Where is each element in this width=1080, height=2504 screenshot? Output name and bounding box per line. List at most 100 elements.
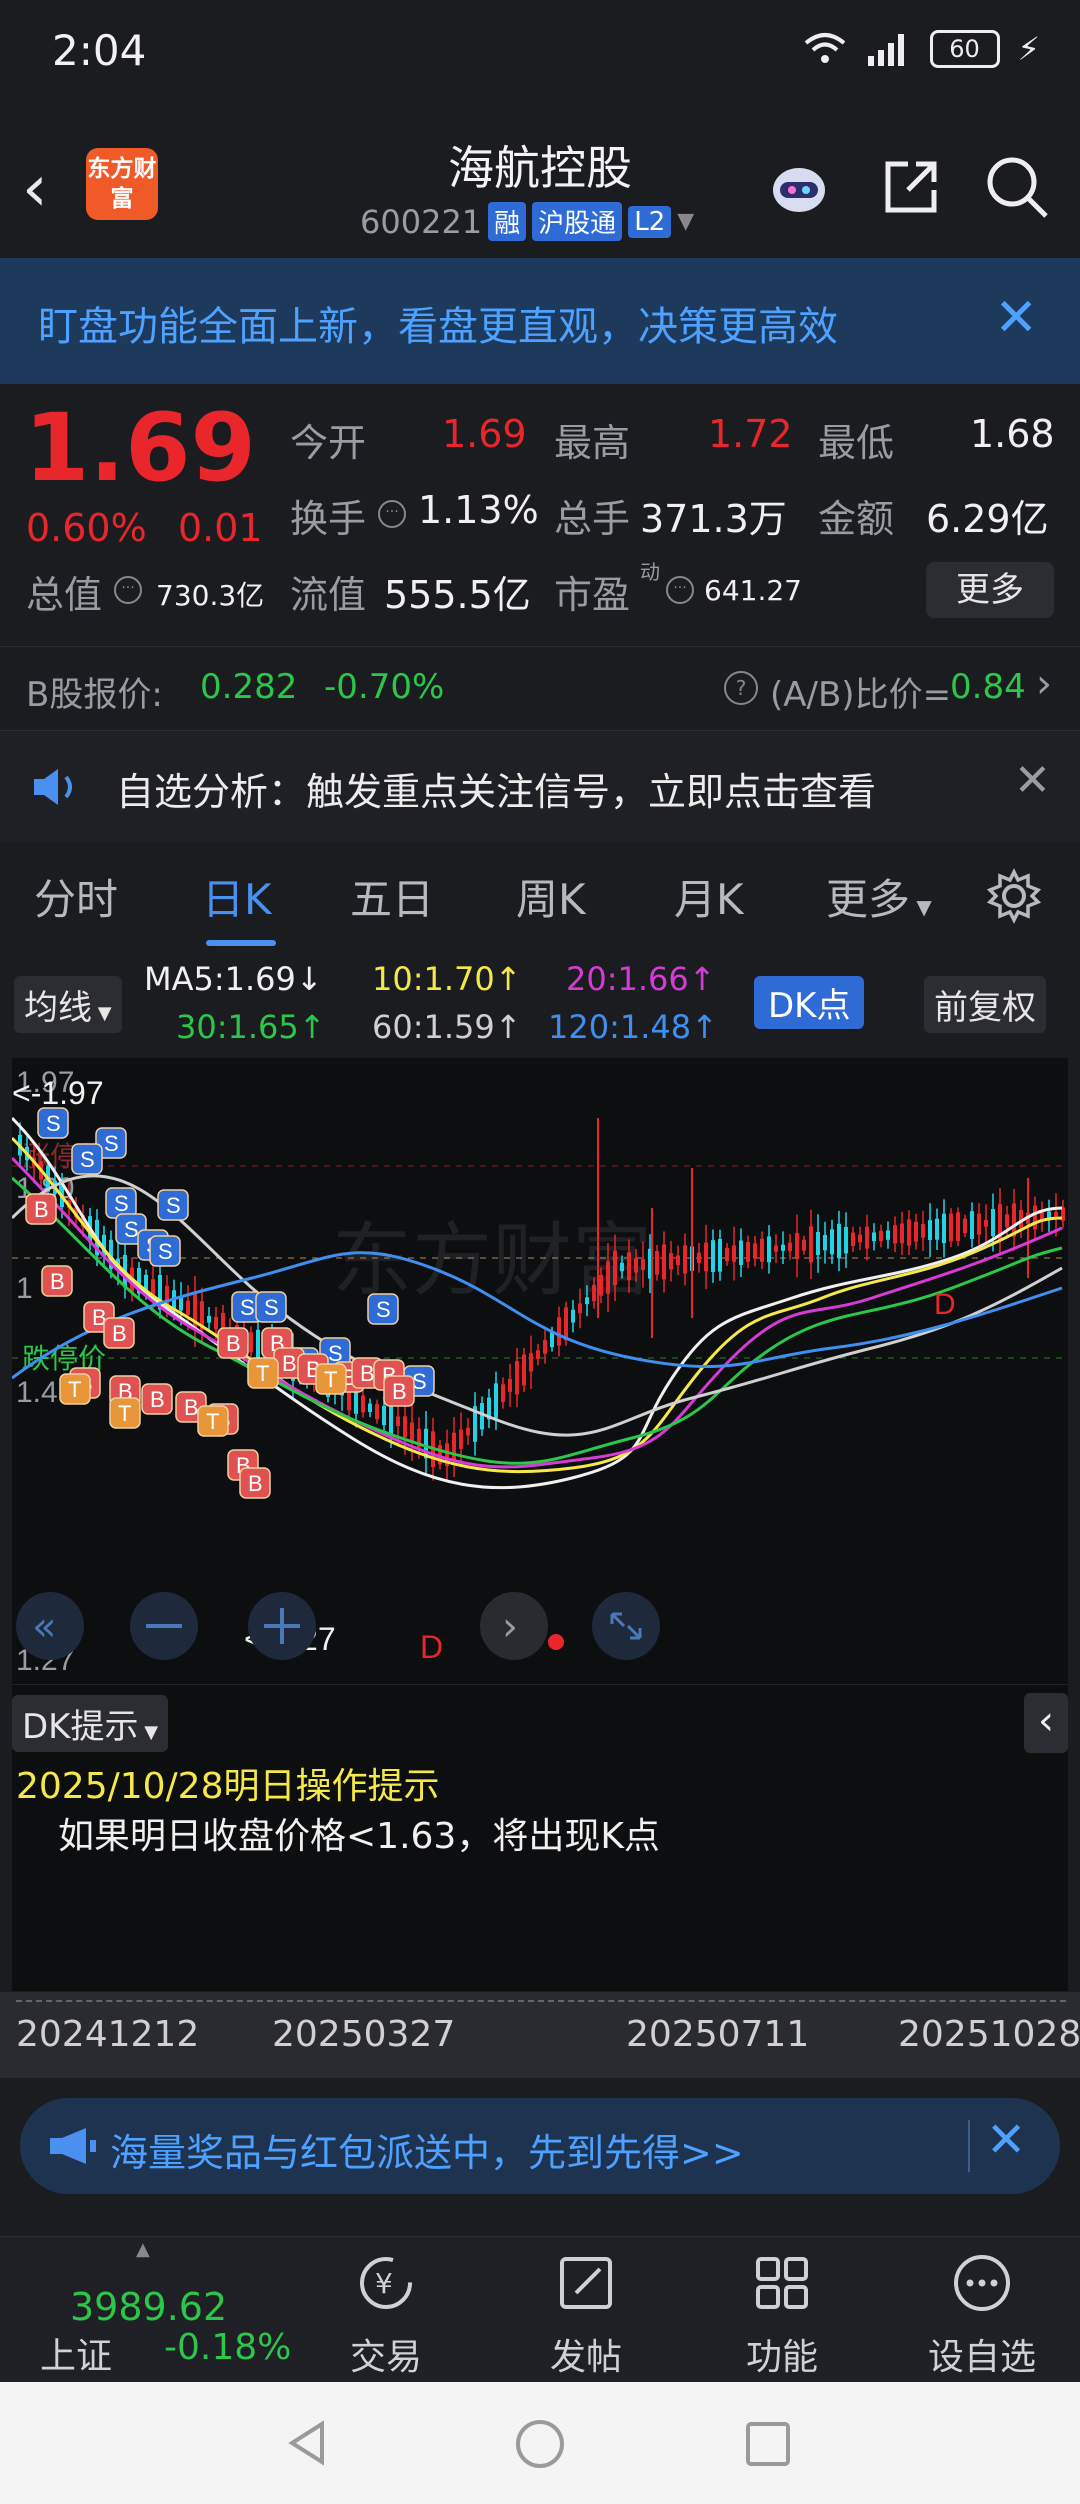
- dk-point-button[interactable]: DK点: [754, 976, 865, 1029]
- system-recents-icon[interactable]: [744, 2420, 792, 2468]
- svg-text:S: S: [240, 1295, 255, 1320]
- zoom-out-button[interactable]: [130, 1592, 198, 1660]
- candle-body: [774, 1245, 778, 1252]
- date-label-1: 20241212: [16, 2014, 200, 2055]
- candle-body: [606, 1261, 610, 1294]
- collapse-tip-button[interactable]: ‹: [1024, 1693, 1068, 1753]
- svg-text:T: T: [68, 1377, 81, 1402]
- candle-body: [249, 1332, 253, 1353]
- b-share-price: 0.282: [200, 667, 298, 707]
- help-icon[interactable]: ?: [724, 671, 758, 705]
- close-icon[interactable]: ✕: [994, 288, 1038, 348]
- sell-signal-marker: S: [367, 1293, 399, 1325]
- candle-body: [816, 1231, 820, 1256]
- svg-text:B: B: [184, 1395, 199, 1420]
- info-icon[interactable]: ···: [666, 576, 694, 604]
- candle-body: [935, 1218, 939, 1240]
- svg-text:B: B: [360, 1361, 375, 1386]
- nav-post[interactable]: 发帖: [516, 2253, 656, 2380]
- current-price: 1.69: [24, 394, 256, 503]
- candle-body: [732, 1245, 736, 1262]
- nav-post-label: 发帖: [549, 2337, 622, 2378]
- fullscreen-button[interactable]: [592, 1592, 660, 1660]
- ma-selector[interactable]: 均线 ▼: [14, 976, 122, 1033]
- tab-weekly-k[interactable]: 周K: [516, 866, 586, 927]
- close-icon[interactable]: ✕: [986, 2112, 1026, 2168]
- t-signal-marker: T: [59, 1373, 91, 1405]
- robot-assistant-icon[interactable]: [766, 154, 832, 220]
- sell-signal-marker: S: [255, 1291, 287, 1323]
- index-quote[interactable]: ▲ 3989.62 上证 -0.18%: [0, 2237, 300, 2383]
- candle-body: [907, 1219, 911, 1246]
- nav-functions[interactable]: 功能: [712, 2253, 852, 2380]
- float-value-label: 流值: [290, 573, 367, 617]
- float-value: 555.5亿: [384, 573, 531, 617]
- svg-text:B: B: [112, 1321, 127, 1346]
- b-share-row[interactable]: B股报价: 0.282 -0.70% ? (A/B)比价= 0.84 ›: [0, 646, 1080, 731]
- close-icon[interactable]: ✕: [1014, 755, 1051, 806]
- gear-icon[interactable]: [986, 868, 1042, 924]
- change-pct: 0.60%: [26, 506, 147, 550]
- tab-intraday[interactable]: 分时: [34, 866, 118, 927]
- candle-body: [480, 1403, 484, 1430]
- candle-body: [207, 1315, 211, 1323]
- zoom-in-button[interactable]: [248, 1592, 316, 1660]
- tab-daily-k[interactable]: 日K: [202, 866, 272, 927]
- notice-text: 自选分析：触发重点关注信号，立即点击查看: [116, 770, 877, 814]
- system-back-icon[interactable]: [282, 2418, 332, 2468]
- svg-text:T: T: [256, 1361, 269, 1386]
- latest-dot: [548, 1634, 564, 1650]
- dk-tip-selector[interactable]: DK提示 ▼: [12, 1695, 169, 1752]
- candle-body: [571, 1309, 575, 1323]
- nav-add-watchlist[interactable]: 设自选: [912, 2253, 1052, 2380]
- index-name: 上证: [40, 2336, 113, 2377]
- tab-monthly-k[interactable]: 月K: [674, 866, 744, 927]
- candle-body: [921, 1224, 925, 1238]
- stock-code-row[interactable]: 600221 融 沪股通 L2 ▼: [360, 202, 694, 241]
- tab-more[interactable]: 更多 ▼: [826, 866, 932, 927]
- status-bar: 2:04 60 ⚡: [0, 0, 1080, 110]
- candle-body: [368, 1403, 372, 1413]
- feature-banner[interactable]: 盯盘功能全面上新，看盘更直观，决策更高效 ✕: [0, 258, 1080, 384]
- scroll-right-button[interactable]: ›: [480, 1592, 548, 1660]
- info-icon[interactable]: ···: [378, 500, 406, 528]
- promo-banner[interactable]: 海量奖品与红包派送中，先到先得>> ✕: [20, 2098, 1060, 2194]
- candle-body: [788, 1242, 792, 1252]
- stock-code: 600221: [360, 202, 483, 241]
- share-icon[interactable]: [878, 154, 944, 220]
- candle-body: [396, 1416, 400, 1427]
- svg-text:B: B: [248, 1471, 263, 1496]
- scroll-left-button[interactable]: «: [16, 1592, 84, 1660]
- svg-text:B: B: [226, 1331, 241, 1356]
- candle-body: [564, 1307, 568, 1341]
- nav-trade[interactable]: ¥ 交易: [316, 2253, 456, 2380]
- ab-ratio-value: 0.84: [950, 667, 1026, 707]
- volume-value: 371.3万: [640, 497, 787, 541]
- kline-svg[interactable]: 东方财富 涨停价 跌停价 1.97 1.80 1 1.4 1.27 <-1.97…: [10, 1058, 1068, 1684]
- kline-chart[interactable]: 东方财富 涨停价 跌停价 1.97 1.80 1 1.4 1.27 <-1.97…: [10, 1058, 1068, 1684]
- candle-body: [949, 1213, 953, 1242]
- candle-body: [837, 1223, 841, 1259]
- low-label: 最低: [818, 421, 895, 465]
- adjust-button[interactable]: 前复权: [924, 976, 1046, 1033]
- sell-signal-marker: S: [37, 1107, 69, 1139]
- analysis-notice[interactable]: 自选分析：触发重点关注信号，立即点击查看 ✕: [0, 730, 1080, 844]
- amount-value: 6.29亿: [926, 497, 1049, 541]
- date-label-2: 20250327: [272, 2014, 456, 2055]
- speaker-icon: [34, 769, 72, 805]
- candle-body: [578, 1303, 582, 1314]
- info-icon[interactable]: ···: [114, 576, 142, 604]
- nav-add-watchlist-label: 设自选: [927, 2337, 1036, 2378]
- dk-tip-date: 2025/10/28明日操作提示: [16, 1766, 440, 1807]
- more-button[interactable]: 更多: [926, 562, 1054, 618]
- tab-five-day[interactable]: 五日: [350, 866, 434, 927]
- candle-body: [683, 1245, 687, 1274]
- caret-up-icon: ▲: [136, 2239, 150, 2260]
- system-home-icon[interactable]: [514, 2418, 566, 2470]
- edit-icon: [560, 2257, 612, 2309]
- candle-body: [802, 1239, 806, 1251]
- candle-body: [466, 1427, 470, 1436]
- search-icon[interactable]: [984, 154, 1050, 220]
- ab-ratio-label: (A/B)比价=: [770, 675, 952, 715]
- quote-panel: 1.69 0.60% 0.01 今开 1.69 最高 1.72 最低 1.68 …: [0, 384, 1080, 646]
